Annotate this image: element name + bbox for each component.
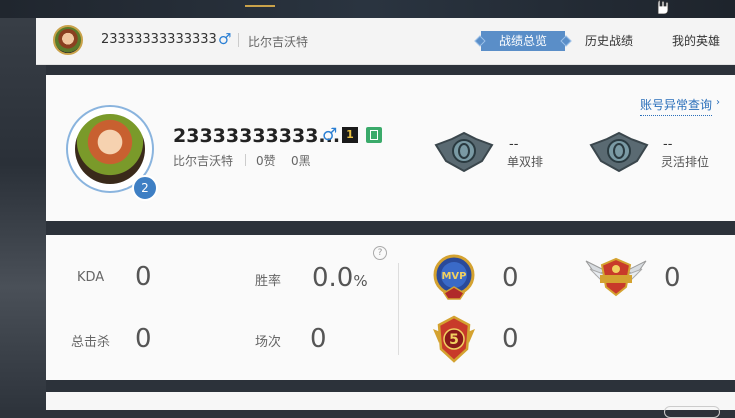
divider bbox=[238, 33, 239, 47]
stats-card: KDA 0 胜率 0.0% ? 总击杀 0 场次 0 MVP 0 0 5 0 bbox=[46, 235, 735, 380]
tab-my-champions[interactable]: 我的英雄 bbox=[672, 31, 720, 51]
flex-rank-value: -- bbox=[663, 137, 673, 152]
level-badge: 2 bbox=[132, 175, 158, 201]
penta-kill-count: 0 bbox=[502, 324, 519, 354]
blacks-count: 0黑 bbox=[291, 154, 311, 168]
solo-rank-value: -- bbox=[509, 137, 519, 152]
legendary-count: 0 bbox=[664, 263, 681, 293]
penta-kill-badge-icon: 5 bbox=[433, 315, 475, 363]
total-kills-label: 总击杀 bbox=[71, 335, 111, 350]
header-bar: 23333333333333 ♂ 比尔吉沃特 战绩总览 历史战绩 我的英雄 bbox=[36, 18, 735, 65]
card-button[interactable] bbox=[664, 406, 720, 418]
copy-icon[interactable] bbox=[366, 127, 382, 143]
kda-label: KDA bbox=[77, 270, 105, 285]
flex-rank-emblem-icon bbox=[589, 131, 649, 173]
avatar-image bbox=[75, 114, 145, 184]
male-icon: ♂ bbox=[322, 125, 338, 145]
male-icon: ♂ bbox=[218, 30, 232, 48]
header-server: 比尔吉沃特 bbox=[248, 35, 309, 49]
header-summoner-name: 23333333333333 bbox=[101, 32, 217, 47]
winrate-label: 胜率 bbox=[255, 274, 282, 289]
mvp-count: 0 bbox=[502, 263, 519, 293]
divider bbox=[245, 154, 246, 166]
svg-text:MVP: MVP bbox=[441, 271, 466, 282]
divider bbox=[398, 263, 399, 355]
account-abnormal-link[interactable]: 账号异常查询 bbox=[640, 96, 713, 116]
header-avatar[interactable] bbox=[53, 25, 83, 55]
solo-rank-emblem-icon bbox=[434, 131, 494, 173]
profile-name: 23333333333... bbox=[173, 125, 341, 147]
tab-history[interactable]: 历史战绩 bbox=[585, 31, 633, 51]
svg-text:5: 5 bbox=[449, 332, 459, 348]
chevron-right-icon: › bbox=[716, 97, 720, 108]
top-banner bbox=[0, 0, 735, 18]
flex-rank-label: 灵活排位 bbox=[661, 155, 710, 169]
profile-server: 比尔吉沃特 bbox=[173, 154, 234, 168]
profile-avatar[interactable]: 2 bbox=[66, 105, 158, 201]
likes-count: 0赞 bbox=[256, 154, 276, 168]
help-icon[interactable]: ? bbox=[373, 246, 387, 260]
vip-icon: 1 bbox=[342, 127, 358, 143]
solo-rank-label: 单双排 bbox=[507, 155, 544, 169]
kda-value: 0 bbox=[135, 262, 152, 292]
winrate-value: 0.0% bbox=[312, 263, 368, 293]
mvp-badge-icon: MVP bbox=[433, 254, 475, 300]
legendary-badge-icon bbox=[585, 257, 647, 297]
profile-card: 账号异常查询 › 2 23333333333... ♂ 1 比尔吉沃特 0赞 0黑… bbox=[46, 75, 735, 221]
games-label: 场次 bbox=[255, 335, 282, 350]
next-card bbox=[46, 392, 735, 418]
tab-overview[interactable]: 战绩总览 bbox=[481, 31, 565, 51]
total-kills-value: 0 bbox=[135, 324, 152, 354]
hand-cursor-icon bbox=[657, 0, 669, 14]
games-value: 0 bbox=[310, 324, 327, 354]
